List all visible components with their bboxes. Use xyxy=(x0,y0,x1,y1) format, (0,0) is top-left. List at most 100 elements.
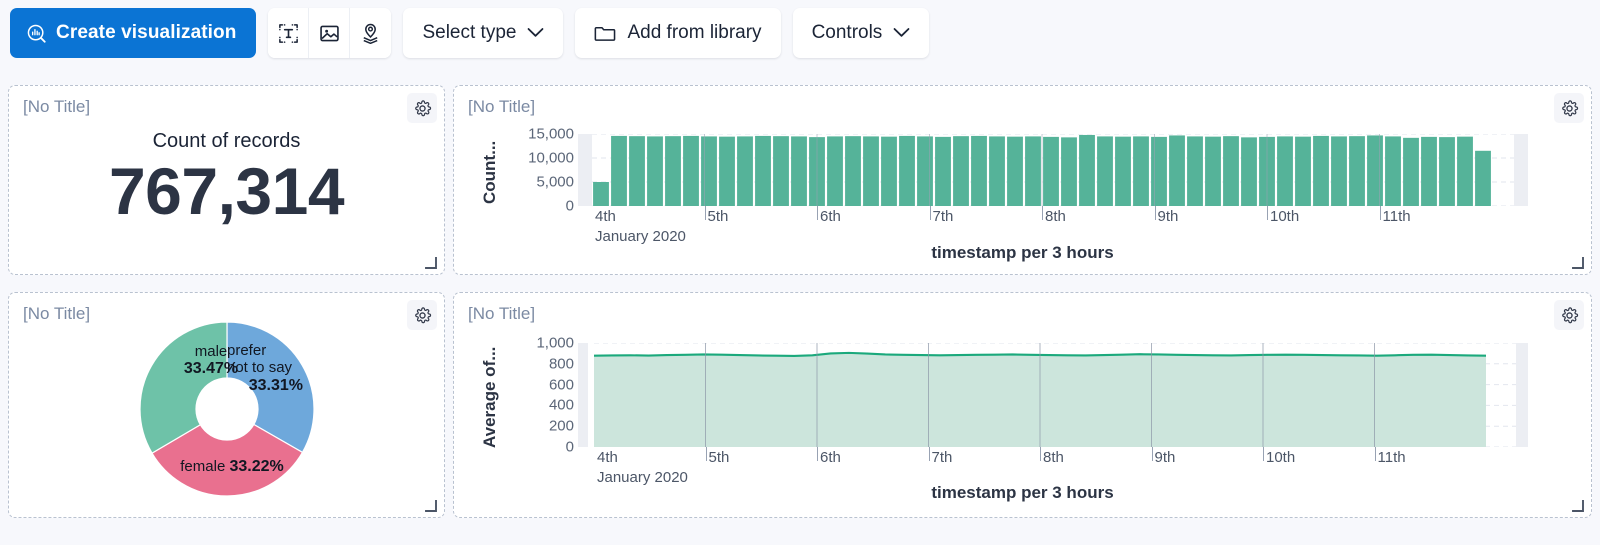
bar[interactable] xyxy=(827,136,843,206)
x-tick-mark xyxy=(1040,447,1041,461)
bar[interactable] xyxy=(791,136,807,206)
panel-metric[interactable]: [No Title] Count of records 767,314 xyxy=(8,85,445,275)
x-tick-mark xyxy=(817,447,818,461)
area-chart-x-tick-label: 6th xyxy=(820,449,841,466)
bar[interactable] xyxy=(1151,136,1167,206)
gear-icon[interactable] xyxy=(407,93,437,123)
bar[interactable] xyxy=(1349,136,1365,206)
bar-chart-y-tick-label: 5,000 xyxy=(536,173,574,191)
area-chart-y-tick-label: 400 xyxy=(548,396,574,414)
create-visualization-button[interactable]: Create visualization xyxy=(10,8,257,58)
bar[interactable] xyxy=(863,136,879,206)
bar[interactable] xyxy=(1421,136,1437,206)
bar[interactable] xyxy=(1241,137,1257,206)
metric-value: 767,314 xyxy=(108,154,345,228)
area-chart-x-tick-label: 7th xyxy=(931,449,953,466)
map-layers-icon xyxy=(359,22,382,45)
bar[interactable] xyxy=(1079,134,1095,206)
bar[interactable] xyxy=(593,182,609,206)
gear-icon[interactable] xyxy=(1554,300,1584,330)
bar[interactable] xyxy=(737,136,753,206)
bar[interactable] xyxy=(1133,136,1149,206)
bar[interactable] xyxy=(1403,137,1419,206)
donut-label-prefer-name: prefer not to say xyxy=(227,342,293,377)
resize-handle-icon[interactable] xyxy=(1571,499,1585,513)
bar[interactable] xyxy=(899,135,915,206)
controls-label: Controls xyxy=(811,22,883,43)
bar[interactable] xyxy=(881,136,897,206)
bar[interactable] xyxy=(1205,136,1221,206)
bar[interactable] xyxy=(1043,136,1059,206)
bar[interactable] xyxy=(665,136,681,206)
area-chart-y-tick-label: 200 xyxy=(548,417,574,435)
bar[interactable] xyxy=(755,135,771,206)
donut-slice-label-female: female 33.22% xyxy=(167,458,297,476)
resize-handle-icon[interactable] xyxy=(1571,256,1585,270)
bar[interactable] xyxy=(989,136,1005,206)
add-from-library-label: Add from library xyxy=(627,22,762,43)
bar[interactable] xyxy=(719,136,735,206)
add-image-button[interactable] xyxy=(309,8,351,58)
bar-chart-x-tick-label: 9th xyxy=(1157,208,1179,225)
panel-title: [No Title] xyxy=(468,304,536,323)
bar[interactable] xyxy=(1187,136,1203,206)
bar[interactable] xyxy=(1007,136,1023,206)
bar[interactable] xyxy=(953,136,969,206)
bar[interactable] xyxy=(1223,136,1239,206)
bar-chart-y-ticks: 0 5,000 10,000 15,000 xyxy=(510,126,574,215)
controls-dropdown[interactable]: Controls xyxy=(792,8,930,58)
area-chart-x-tick-label: 11th xyxy=(1377,449,1406,466)
dashboard-toolbar: Create visualization Select type Add fro… xyxy=(10,8,930,58)
bar[interactable] xyxy=(1097,136,1113,206)
area-chart-plot[interactable] xyxy=(578,343,1528,447)
bar[interactable] xyxy=(917,136,933,206)
donut-label-female-value: 33.22% xyxy=(229,458,284,475)
resize-handle-icon[interactable] xyxy=(424,499,438,513)
bar[interactable] xyxy=(773,136,789,206)
bar[interactable] xyxy=(1115,136,1131,206)
bar[interactable] xyxy=(1439,137,1455,206)
bar[interactable] xyxy=(683,135,699,206)
panel-donut-chart[interactable]: [No Title] male 33.47% prefer not to say … xyxy=(8,292,445,518)
bar[interactable] xyxy=(935,136,951,206)
resize-handle-icon[interactable] xyxy=(424,256,438,270)
panel-bar-chart[interactable]: [No Title] Count... 0 5,000 10,000 15,000 4… xyxy=(453,85,1592,275)
bar[interactable] xyxy=(845,136,861,206)
lens-visualization-icon xyxy=(26,23,47,44)
bar[interactable] xyxy=(1313,135,1329,206)
x-tick-mark xyxy=(929,206,931,220)
bar[interactable] xyxy=(1457,136,1473,206)
element-type-button-group xyxy=(268,8,392,58)
add-text-button[interactable] xyxy=(268,8,310,58)
add-from-library-button[interactable]: Add from library xyxy=(575,8,781,58)
area-chart-y-axis-title: Average of... xyxy=(480,346,499,448)
gear-icon[interactable] xyxy=(1554,93,1584,123)
bar-chart-x-tick-label: 6th xyxy=(820,208,841,225)
bar[interactable] xyxy=(1367,135,1383,206)
panel-area-chart[interactable]: [No Title] Average of... 0 200 400 600 800 1,… xyxy=(453,292,1592,518)
gear-icon[interactable] xyxy=(407,300,437,330)
area-chart-y-tick-label: 800 xyxy=(548,355,574,373)
bar-chart-plot[interactable] xyxy=(578,134,1528,206)
donut-slice[interactable] xyxy=(139,321,228,454)
donut-label-female-name: female xyxy=(180,458,226,475)
bar[interactable] xyxy=(1475,150,1491,206)
bar[interactable] xyxy=(647,136,663,206)
bar[interactable] xyxy=(1385,136,1401,206)
select-type-dropdown[interactable]: Select type xyxy=(403,8,564,58)
bar[interactable] xyxy=(701,136,717,206)
bar[interactable] xyxy=(1169,135,1185,206)
x-tick-mark xyxy=(704,206,706,220)
bar[interactable] xyxy=(629,136,645,206)
bar[interactable] xyxy=(1025,136,1041,206)
bar[interactable] xyxy=(1061,137,1077,206)
bar[interactable] xyxy=(1295,136,1311,206)
bar-chart-y-tick-label: 15,000 xyxy=(528,125,574,143)
panel-title: [No Title] xyxy=(468,97,536,116)
x-tick-mark xyxy=(1267,206,1268,220)
add-map-button[interactable] xyxy=(350,8,392,58)
bar[interactable] xyxy=(1331,136,1347,206)
bar[interactable] xyxy=(611,135,627,206)
bar[interactable] xyxy=(971,135,987,206)
bar[interactable] xyxy=(1277,136,1293,206)
